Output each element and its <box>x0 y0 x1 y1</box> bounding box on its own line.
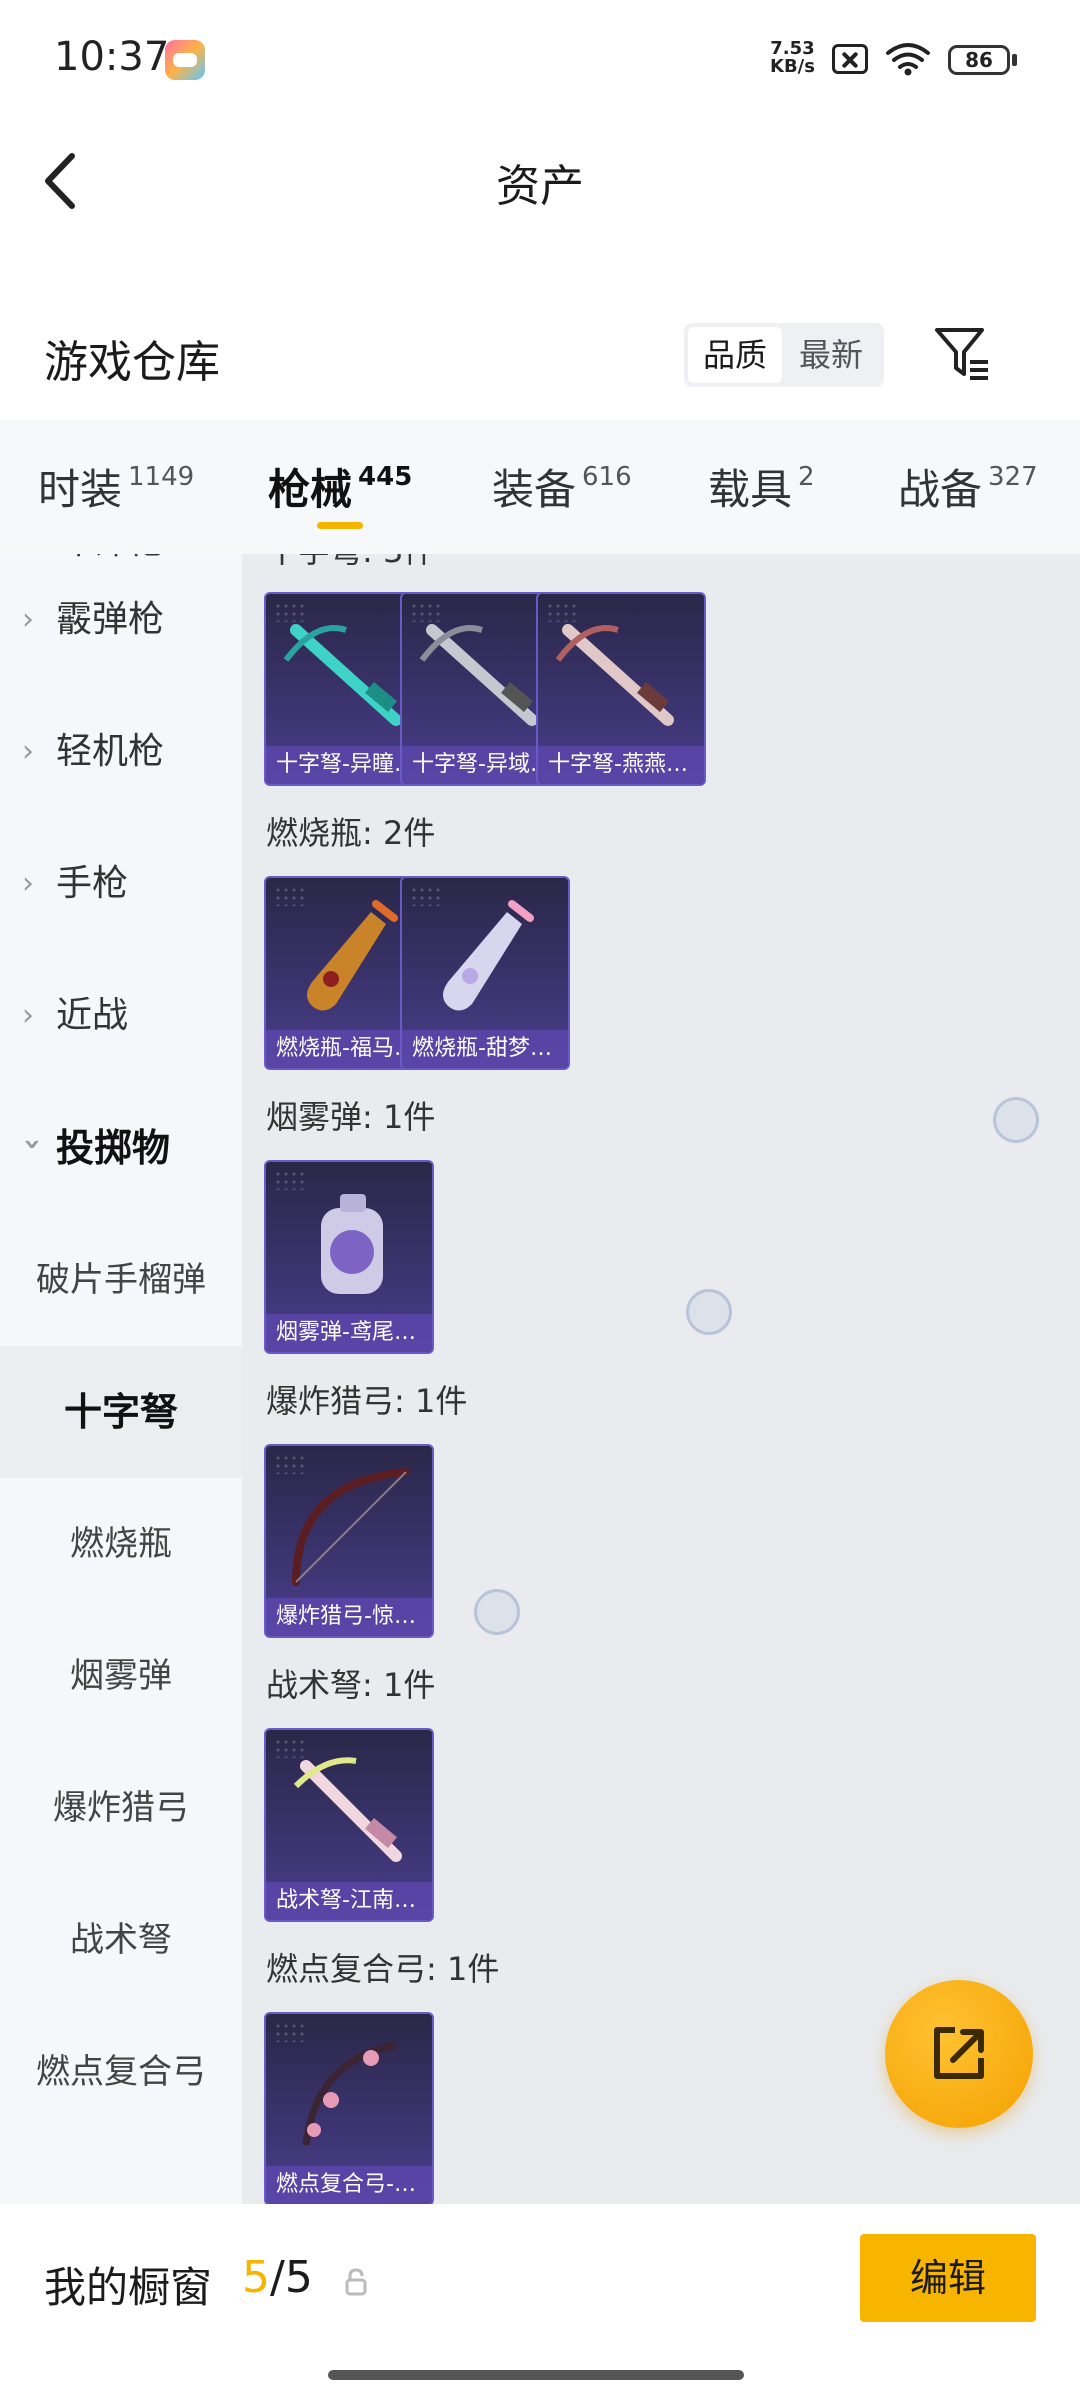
item-card[interactable]: 爆炸猎弓-惊… <box>264 1444 434 1638</box>
home-indicator <box>328 2370 744 2380</box>
sidebar-item-label: 近战 <box>56 995 129 1036</box>
tab-count: 1149 <box>128 462 195 492</box>
category-tabs: 时装 1149 枪械 445 装备 616 载具 2 战备 327 <box>0 420 1080 554</box>
network-speed-unit: KB/s <box>770 56 815 77</box>
showcase-total: 5 <box>284 2252 313 2303</box>
tab-count: 445 <box>358 462 413 492</box>
group-title: 燃点复合弓: 1件 <box>266 1950 500 1988</box>
sidebar-item-compound-bow[interactable]: 燃点复合弓 <box>0 2006 242 2138</box>
tab-label: 时装 <box>38 465 123 514</box>
sidebar-item-frag-grenade[interactable]: 破片手榴弹 <box>0 1214 242 1346</box>
status-time: 10:37 <box>54 34 170 80</box>
chevron-right-icon: › <box>22 866 34 901</box>
touch-indicator <box>474 1589 520 1635</box>
tab-label: 枪械 <box>268 465 353 514</box>
group-title: 十字弩: 3件 <box>266 554 435 572</box>
item-name: 烟雾弹-鸢尾… <box>266 1314 432 1352</box>
sort-newest-button[interactable]: 最新 <box>784 327 878 383</box>
tab-fashion[interactable]: 时装 1149 <box>38 456 194 517</box>
page-title: 资产 <box>496 161 584 212</box>
item-name: 燃烧瓶-甜梦… <box>402 1030 568 1068</box>
compound-bow-icon <box>302 2041 397 2146</box>
tab-count: 327 <box>988 462 1038 492</box>
no-sim-icon <box>832 44 868 74</box>
touch-indicator <box>686 1289 732 1335</box>
sidebar-item-melee[interactable]: › 近战 <box>0 950 242 1082</box>
sidebar-item-smoke[interactable]: 烟雾弹 <box>0 1610 242 1742</box>
share-button[interactable] <box>885 1980 1033 2128</box>
wifi-icon <box>886 43 930 76</box>
active-tab-indicator <box>317 522 363 529</box>
chevron-down-icon: › <box>15 1138 50 1151</box>
tab-count: 616 <box>582 462 632 492</box>
crossbow-icon <box>555 624 674 726</box>
molotov-icon <box>443 900 534 1011</box>
sidebar-item-shotgun[interactable]: › 霰弹枪 <box>0 554 242 686</box>
sort-toggle: 品质 最新 <box>684 323 884 387</box>
warehouse-title: 游戏仓库 <box>44 337 220 388</box>
share-external-icon <box>934 2027 984 2079</box>
tab-label: 战备 <box>898 465 983 514</box>
chevron-right-icon: › <box>22 602 34 637</box>
smoke-grenade-icon <box>321 1194 383 1294</box>
item-name: 十字弩-燕燕… <box>538 746 704 784</box>
sidebar-item-explosive-bow[interactable]: 爆炸猎弓 <box>0 1742 242 1874</box>
item-name: 爆炸猎弓-惊… <box>266 1598 432 1636</box>
tab-count: 2 <box>798 462 815 492</box>
showcase-count: 5/5 <box>242 2252 313 2303</box>
showcase-separator: / <box>270 2252 285 2303</box>
sidebar-item-tactical-crossbow[interactable]: 战术弩 <box>0 1874 242 2006</box>
tab-vehicles[interactable]: 载具 2 <box>708 456 815 517</box>
sidebar-item-crossbow[interactable]: 十字弩 <box>0 1346 242 1478</box>
chevron-right-icon: › <box>22 998 34 1033</box>
crossbow-icon <box>293 1757 402 1862</box>
tab-guns[interactable]: 枪械 445 <box>268 456 412 517</box>
sidebar-item-label: 霰弹枪 <box>56 599 165 640</box>
chevron-right-icon: › <box>22 734 34 769</box>
sidebar-item-lmg[interactable]: › 轻机枪 <box>0 686 242 818</box>
item-grid: 十字弩: 3件 十字弩-异瞳… 十字弩-异域… 十字弩-燕燕… 燃烧瓶: 2件 <box>242 554 1080 2204</box>
sidebar-item-label: 轻机枪 <box>56 731 165 772</box>
lock-icon <box>345 2268 367 2296</box>
sort-quality-button[interactable]: 品质 <box>688 327 782 383</box>
showcase-current: 5 <box>242 2252 270 2303</box>
sidebar-item-molotov[interactable]: 燃烧瓶 <box>0 1478 242 1610</box>
item-card[interactable]: 燃烧瓶-甜梦… <box>400 876 570 1070</box>
group-title: 战术弩: 1件 <box>266 1666 436 1704</box>
filter-icon[interactable] <box>932 322 994 384</box>
sidebar-item-pistol[interactable]: › 手枪 <box>0 818 242 950</box>
edit-button[interactable]: 编辑 <box>860 2234 1036 2322</box>
sidebar-item-label: 手枪 <box>56 863 129 904</box>
item-card[interactable]: 燃点复合弓-… <box>264 2012 434 2204</box>
bow-icon <box>292 1468 410 1586</box>
tab-label: 载具 <box>708 465 793 514</box>
network-speed: 7.53 KB/s <box>770 40 815 76</box>
tab-label: 装备 <box>492 465 577 514</box>
my-showcase-label: 我的橱窗 <box>44 2263 213 2312</box>
battery-cap <box>1012 54 1017 66</box>
group-title: 烟雾弹: 1件 <box>266 1098 436 1136</box>
item-card[interactable]: 烟雾弹-鸢尾… <box>264 1160 434 1354</box>
tab-equipment[interactable]: 装备 616 <box>492 456 632 517</box>
item-card[interactable]: 战术弩-江南… <box>264 1728 434 1922</box>
category-sidebar: ›冲锋枪 ›霰弹枪 ›轻机枪 ›手枪 ›近战 ›投掷物 破片手榴弹 十字弩 燃烧… <box>0 554 242 2204</box>
group-title: 爆炸猎弓: 1件 <box>266 1382 468 1420</box>
sidebar-item-throwables[interactable]: › 投掷物 <box>0 1082 242 1214</box>
touch-indicator <box>993 1097 1039 1143</box>
item-name: 燃点复合弓-… <box>266 2166 432 2204</box>
item-name: 战术弩-江南… <box>266 1882 432 1920</box>
game-app-icon <box>165 40 205 80</box>
item-card[interactable]: 十字弩-燕燕… <box>536 592 706 786</box>
tab-gear[interactable]: 战备 327 <box>898 456 1038 517</box>
battery-icon: 86 <box>948 45 1010 75</box>
group-title: 燃烧瓶: 2件 <box>266 814 436 852</box>
